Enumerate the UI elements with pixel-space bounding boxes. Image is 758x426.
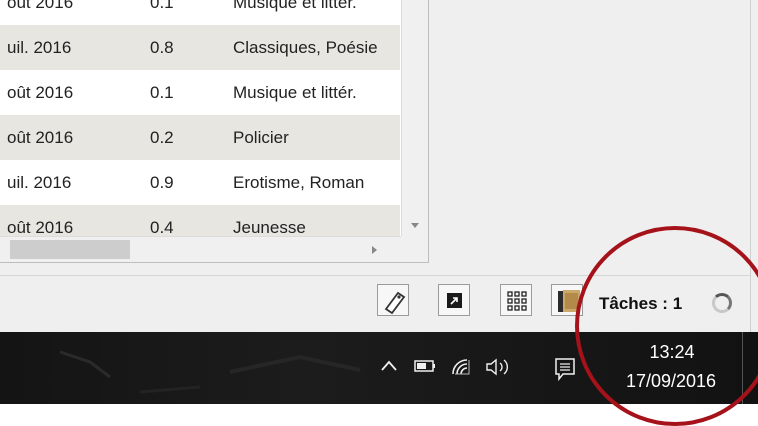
vertical-scrollbar[interactable] xyxy=(401,0,428,236)
volume-speaker-icon[interactable] xyxy=(484,356,512,378)
cell-size: 0.9 xyxy=(150,173,174,192)
cell-genre: Jeunesse xyxy=(233,218,306,237)
cell-date: oût 2016 xyxy=(7,0,74,12)
show-hidden-icons-chevron-icon[interactable] xyxy=(379,356,399,376)
cell-size: 0.8 xyxy=(150,38,174,57)
cell-date: oût 2016 xyxy=(7,218,74,237)
tag-icon xyxy=(384,291,406,315)
table-row[interactable]: oût 2016 0.1 Musique et littér. xyxy=(0,70,400,115)
table-row[interactable]: oût 2016 0.1 Musique et littér. xyxy=(0,0,400,25)
cell-date: oût 2016 xyxy=(7,83,74,102)
cell-genre: Musique et littér. xyxy=(233,0,357,12)
cell-date: oût 2016 xyxy=(7,128,74,147)
open-link-button[interactable] xyxy=(438,284,470,316)
cell-size: 0.1 xyxy=(150,0,174,12)
scrollbar-corner xyxy=(401,236,428,262)
horizontal-scroll-thumb[interactable] xyxy=(10,240,130,259)
external-link-icon xyxy=(447,293,462,308)
cell-size: 0.2 xyxy=(150,128,174,147)
tag-button[interactable] xyxy=(377,284,409,316)
horizontal-scrollbar[interactable] xyxy=(0,236,401,262)
cell-size: 0.1 xyxy=(150,83,174,102)
cell-genre: Erotisme, Roman xyxy=(233,173,365,192)
grid-view-button[interactable] xyxy=(500,284,532,316)
scroll-right-arrow-icon[interactable] xyxy=(372,246,377,254)
table-row[interactable]: oût 2016 0.2 Policier xyxy=(0,115,400,160)
cell-size: 0.4 xyxy=(150,218,174,237)
wifi-network-icon[interactable] xyxy=(449,356,475,378)
table-row[interactable]: uil. 2016 0.8 Classiques, Poésie xyxy=(0,25,400,70)
action-center-notifications-icon[interactable] xyxy=(553,356,577,382)
cell-date: uil. 2016 xyxy=(7,38,72,57)
books-table: oût 2016 0.1 Musique et littér. uil. 201… xyxy=(0,0,429,263)
cell-genre: Musique et littér. xyxy=(233,83,357,102)
cell-date: uil. 2016 xyxy=(7,173,72,192)
cell-genre: Classiques, Poésie xyxy=(233,38,378,57)
scroll-down-arrow-icon[interactable] xyxy=(411,223,419,228)
battery-icon[interactable] xyxy=(413,356,439,376)
table-row[interactable]: uil. 2016 0.9 Erotisme, Roman xyxy=(0,160,400,205)
grid-icon xyxy=(507,291,527,311)
table-rows: oût 2016 0.1 Musique et littér. uil. 201… xyxy=(0,0,400,250)
cell-genre: Policier xyxy=(233,128,289,147)
